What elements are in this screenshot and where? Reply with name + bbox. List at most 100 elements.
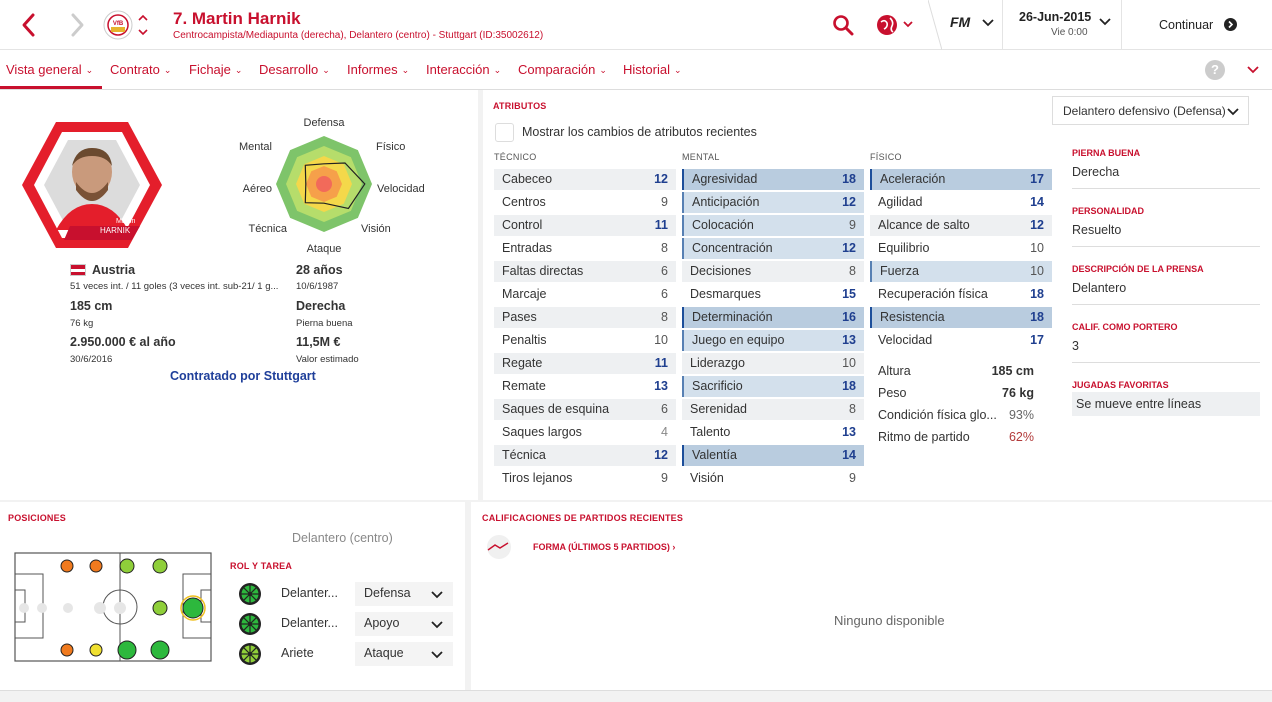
continue-button[interactable]: Continuar xyxy=(1123,0,1272,50)
arrow-right-icon xyxy=(1224,18,1237,34)
radar-label: Visión xyxy=(361,223,391,235)
attribute-row[interactable]: Anticipación 12 xyxy=(682,192,864,213)
physical-extra-row: Peso 76 kg xyxy=(870,383,1042,404)
attribute-row[interactable]: Saques de esquina 6 xyxy=(494,399,676,420)
attribute-value: 17 xyxy=(1030,172,1044,186)
info-divider xyxy=(1072,304,1260,305)
attribute-row[interactable]: Agilidad 14 xyxy=(870,192,1052,213)
attribute-row[interactable]: Técnica 12 xyxy=(494,445,676,466)
forward-icon[interactable] xyxy=(66,12,88,38)
attribute-row[interactable]: Faltas directas 6 xyxy=(494,261,676,282)
tab-historial[interactable]: Historial ⌄ xyxy=(623,62,682,77)
attribute-value: 18 xyxy=(1030,310,1044,324)
club-badge: VfB xyxy=(103,10,133,40)
attribute-row[interactable]: Sacrificio 18 xyxy=(682,376,864,397)
chevron-down-icon xyxy=(982,16,994,31)
attribute-row[interactable]: Concentración 12 xyxy=(682,238,864,259)
attribute-row[interactable]: Determinación 16 xyxy=(682,307,864,328)
player-subtitle: Centrocampista/Mediapunta (derecha), Del… xyxy=(173,30,544,41)
attribute-name: Resistencia xyxy=(880,310,945,324)
tab-desarrollo[interactable]: Desarrollo ⌄ xyxy=(259,62,330,77)
search-icon[interactable] xyxy=(832,14,854,36)
tab-contrato[interactable]: Contrato ⌄ xyxy=(110,62,171,77)
attribute-row[interactable]: Centros 9 xyxy=(494,192,676,213)
attribute-value: 11 xyxy=(654,218,668,232)
chevron-down-icon: ⌄ xyxy=(234,65,243,75)
attribute-row[interactable]: Liderazgo 10 xyxy=(682,353,864,374)
attribute-row[interactable]: Cabeceo 12 xyxy=(494,169,676,190)
attribute-row[interactable]: Saques largos 4 xyxy=(494,422,676,443)
globe-icon[interactable] xyxy=(876,14,916,36)
tab-informes[interactable]: Informes ⌄ xyxy=(347,62,409,77)
attribute-row[interactable]: Serenidad 8 xyxy=(682,399,864,420)
tecnico-list: Cabeceo 12 Centros 9 Control 11 Entradas 8 Falta… xyxy=(494,169,676,491)
role-name[interactable]: Delanter... xyxy=(281,616,338,630)
back-icon[interactable] xyxy=(18,12,40,38)
physical-extra-value: 93% xyxy=(1008,408,1034,422)
form-link[interactable]: FORMA (ÚLTIMOS 5 PARTIDOS) › xyxy=(533,542,675,552)
role-name[interactable]: Ariete xyxy=(281,646,314,660)
chevron-down-icon: ⌄ xyxy=(163,65,172,75)
chevron-down-icon xyxy=(1227,105,1239,120)
attribute-row[interactable]: Juego en equipo 13 xyxy=(682,330,864,351)
duty-dropdown[interactable]: Apoyo xyxy=(355,612,453,636)
player-switch-icon[interactable] xyxy=(137,12,149,38)
attribute-name: Marcaje xyxy=(502,287,547,301)
attribute-row[interactable]: Penaltis 10 xyxy=(494,330,676,351)
attribute-name: Técnica xyxy=(502,448,546,462)
attribute-row[interactable]: Valentía 14 xyxy=(682,445,864,466)
recent-changes-checkbox[interactable] xyxy=(495,123,514,142)
recent-ratings-title: CALIFICACIONES DE PARTIDOS RECIENTES xyxy=(482,513,684,523)
fm-menu[interactable]: FM xyxy=(950,14,1000,36)
attribute-row[interactable]: Marcaje 6 xyxy=(494,284,676,305)
chevron-down-icon[interactable] xyxy=(1247,64,1259,79)
attribute-row[interactable]: Alcance de salto 12 xyxy=(870,215,1052,236)
role-dropdown[interactable]: Delantero defensivo (Defensa) xyxy=(1052,96,1249,125)
attribute-row[interactable]: Desmarques 15 xyxy=(682,284,864,305)
attribute-row[interactable]: Equilibrio 10 xyxy=(870,238,1052,259)
attribute-row[interactable]: Decisiones 8 xyxy=(682,261,864,282)
attribute-row[interactable]: Fuerza 10 xyxy=(870,261,1052,282)
value-label: Valor estimado xyxy=(296,354,359,365)
attribute-row[interactable]: Tiros lejanos 9 xyxy=(494,468,676,489)
tab-comparacion[interactable]: Comparación ⌄ xyxy=(518,62,607,77)
info-label: PIERNA BUENA xyxy=(1072,148,1141,158)
attribute-row[interactable]: Control 11 xyxy=(494,215,676,236)
attribute-row[interactable]: Remate 13 xyxy=(494,376,676,397)
attribute-row[interactable]: Pases 8 xyxy=(494,307,676,328)
attribute-row[interactable]: Colocación 9 xyxy=(682,215,864,236)
signed-by-link[interactable]: Contratado por Stuttgart xyxy=(170,369,316,383)
recent-changes-label: Mostrar los cambios de atributos recient… xyxy=(522,125,757,139)
attribute-row[interactable]: Velocidad 17 xyxy=(870,330,1052,351)
bottom-strip xyxy=(0,690,1272,702)
attribute-row[interactable]: Regate 11 xyxy=(494,353,676,374)
attribute-name: Sacrificio xyxy=(692,379,743,393)
duty-dropdown[interactable]: Defensa xyxy=(355,582,453,606)
attribute-value: 16 xyxy=(842,310,856,324)
attribute-row[interactable]: Talento 13 xyxy=(682,422,864,443)
attribute-row[interactable]: Visión 9 xyxy=(682,468,864,489)
help-icon[interactable]: ? xyxy=(1205,60,1225,80)
positions-title: POSICIONES xyxy=(8,513,67,523)
attribute-row[interactable]: Agresividad 18 xyxy=(682,169,864,190)
duty-dropdown[interactable]: Ataque xyxy=(355,642,453,666)
attribute-row[interactable]: Entradas 8 xyxy=(494,238,676,259)
physical-extra-value: 76 kg xyxy=(1002,386,1034,400)
info-label: DESCRIPCIÓN DE LA PRENSA xyxy=(1072,264,1204,274)
current-date: 26-Jun-2015 xyxy=(1019,10,1092,24)
attribute-row[interactable]: Aceleración 17 xyxy=(870,169,1052,190)
tab-fichaje[interactable]: Fichaje ⌄ xyxy=(189,62,242,77)
duty-value: Defensa xyxy=(364,586,411,600)
tab-interaccion[interactable]: Interacción ⌄ xyxy=(426,62,501,77)
svg-text:HARNIK: HARNIK xyxy=(100,226,131,235)
role-rating-icon xyxy=(239,613,261,635)
attribute-row[interactable]: Resistencia 18 xyxy=(870,307,1052,328)
tab-vista-general[interactable]: Vista general ⌄ xyxy=(6,62,93,77)
role-name[interactable]: Delanter... xyxy=(281,586,338,600)
attribute-name: Agresividad xyxy=(692,172,758,186)
tab-bar: Vista general ⌄ Contrato ⌄ Fichaje ⌄ Desarr… xyxy=(0,50,1272,90)
radar-label: Físico xyxy=(376,141,405,153)
main-position: Delantero (centro) xyxy=(292,531,393,545)
date-box[interactable]: 26-Jun-2015 Vie 0:00 xyxy=(1002,0,1122,50)
attribute-row[interactable]: Recuperación física 18 xyxy=(870,284,1052,305)
